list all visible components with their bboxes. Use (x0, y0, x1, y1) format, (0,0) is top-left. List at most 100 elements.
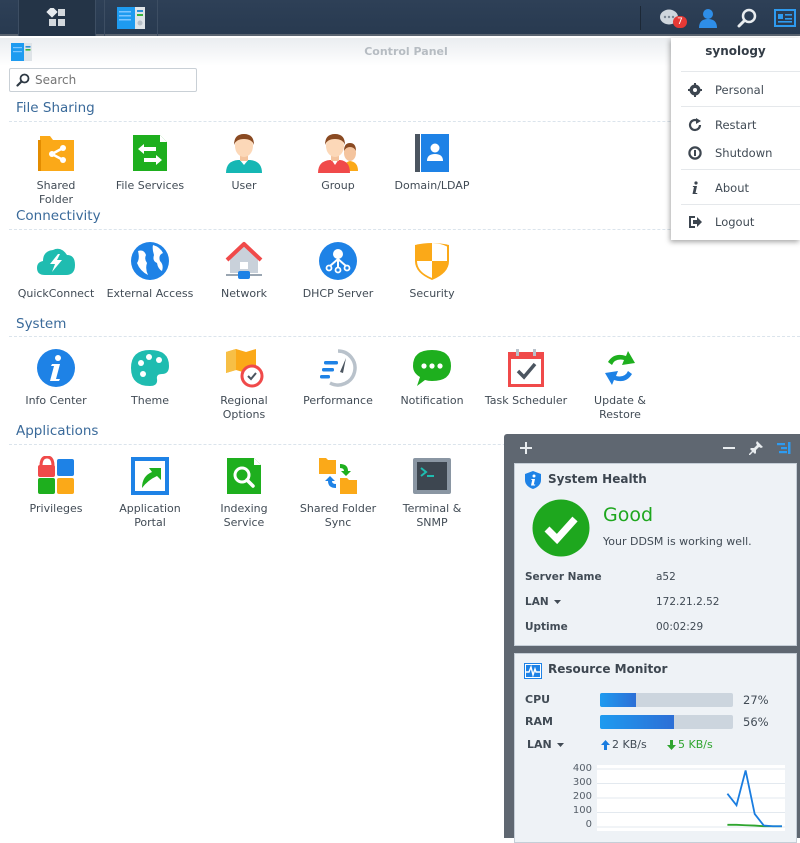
upload-arrow-icon (601, 739, 610, 750)
app-theme[interactable]: Theme (103, 348, 197, 408)
lan-label: LAN (525, 596, 549, 608)
download-arrow-icon (667, 739, 676, 750)
app-label: External Access (106, 287, 194, 300)
app-shared-folder[interactable]: Shared Folder (9, 133, 103, 207)
shared-folder-sync-icon (319, 458, 357, 494)
search-input[interactable] (35, 73, 185, 87)
terminal-snmp-icon (413, 458, 451, 494)
app-shared-folder-sync[interactable]: Shared Folder Sync (291, 456, 385, 530)
app-label: Shared Folder Sync (299, 502, 377, 529)
widgets-icon (774, 9, 796, 27)
ram-label: RAM (525, 715, 553, 728)
resource-monitor-widget: Resource Monitor CPU 27% RAM 56% LAN 2 K… (514, 653, 797, 843)
user-button[interactable] (689, 0, 727, 36)
system-health-widget: System Health Good Your DDSM is working … (514, 463, 797, 646)
collapse-widget-button[interactable] (774, 438, 794, 458)
main-menu-button[interactable] (18, 0, 96, 36)
task-scheduler-icon (508, 349, 544, 387)
app-indexing-service[interactable]: Indexing Service (197, 456, 291, 530)
app-label: Terminal & SNMP (402, 502, 462, 529)
app-file-services[interactable]: File Services (103, 133, 197, 193)
shared-folder-icon (38, 136, 74, 171)
add-widget-button[interactable] (516, 438, 536, 458)
lan-monitor-label: LAN (527, 738, 552, 751)
app-update-restore[interactable]: Update & Restore (573, 348, 667, 422)
section-title-applications: Applications (16, 423, 99, 439)
app-dhcp-server[interactable]: DHCP Server (291, 241, 385, 301)
app-security[interactable]: Security (385, 241, 479, 301)
main-menu-icon (46, 8, 65, 26)
network-icon (225, 242, 263, 279)
menu-divider (681, 204, 800, 205)
gear-icon (687, 82, 703, 98)
app-quickconnect[interactable]: QuickConnect (9, 241, 103, 301)
app-regional-options[interactable]: Regional Options (197, 348, 291, 422)
cpu-usage-bar (600, 693, 733, 707)
menu-item-label: Personal (715, 83, 764, 97)
menu-item-label: About (715, 181, 750, 195)
logout-icon (687, 214, 703, 230)
caret-down-icon (556, 742, 564, 747)
server-name-label: Server Name (525, 571, 602, 583)
app-network[interactable]: Network (197, 241, 291, 301)
menu-divider (681, 106, 800, 107)
menu-item-label: Logout (715, 215, 755, 229)
menu-item-shutdown[interactable]: Shutdown (671, 140, 800, 166)
widget-panel: System Health Good Your DDSM is working … (504, 434, 800, 843)
lan-dropdown[interactable]: LAN (525, 596, 561, 608)
notification-badge: 7 (673, 16, 687, 28)
lan-monitor-dropdown[interactable]: LAN (527, 738, 564, 751)
app-user[interactable]: User (197, 133, 291, 193)
restart-icon (687, 117, 703, 133)
app-terminal-snmp[interactable]: Terminal & SNMP (385, 456, 479, 530)
taskbar-control-panel-button[interactable] (104, 0, 158, 36)
pin-icon (749, 441, 763, 455)
app-application-portal[interactable]: Application Portal (103, 456, 197, 530)
menu-item-personal[interactable]: Personal (671, 77, 800, 103)
menu-item-about[interactable]: About (671, 175, 800, 201)
app-notification[interactable]: Notification (385, 348, 479, 408)
notification-icon (413, 350, 451, 386)
resource-monitor-icon (524, 663, 542, 679)
file-services-icon (133, 135, 167, 171)
app-info-center[interactable]: Info Center (9, 348, 103, 408)
section-title-connectivity: Connectivity (16, 208, 101, 224)
collapse-right-icon (777, 442, 791, 454)
y-tick-label: 300 (572, 777, 592, 788)
taskbar: 7 (0, 0, 800, 36)
app-label: QuickConnect (17, 287, 95, 300)
check-circle-icon (532, 499, 590, 557)
section-divider (9, 336, 800, 337)
search-button[interactable] (728, 0, 766, 36)
theme-icon (131, 350, 169, 386)
app-label: Update & Restore (594, 394, 646, 421)
resource-monitor-title: Resource Monitor (548, 662, 668, 676)
menu-item-restart[interactable]: Restart (671, 112, 800, 138)
update-restore-icon (605, 351, 635, 385)
cpu-percent: 27% (743, 693, 769, 707)
y-tick-label: 100 (572, 805, 592, 816)
widgets-button[interactable] (766, 0, 800, 36)
app-label: Notification (400, 394, 464, 407)
dhcp-server-icon (319, 242, 357, 280)
menu-item-logout[interactable]: Logout (671, 209, 800, 235)
control-panel-icon (117, 7, 145, 29)
quickconnect-icon (37, 248, 75, 275)
app-performance[interactable]: Performance (291, 348, 385, 408)
app-task-scheduler[interactable]: Task Scheduler (479, 348, 573, 408)
system-health-title: System Health (548, 472, 647, 486)
search-field[interactable] (9, 68, 197, 92)
notifications-button[interactable]: 7 (651, 0, 689, 36)
app-privileges[interactable]: Privileges (9, 456, 103, 516)
y-tick-label: 0 (585, 819, 592, 830)
uptime-label: Uptime (525, 621, 568, 633)
menu-item-label: Shutdown (715, 146, 773, 160)
app-domain-ldap[interactable]: Domain/LDAP (385, 133, 479, 193)
minimize-widget-button[interactable] (719, 438, 739, 458)
app-group[interactable]: Group (291, 133, 385, 193)
pin-widget-button[interactable] (746, 438, 766, 458)
domain-ldap-icon (415, 134, 449, 172)
ram-usage-fill (600, 715, 675, 729)
app-external-access[interactable]: External Access (103, 241, 197, 301)
app-label: Group (321, 179, 355, 192)
